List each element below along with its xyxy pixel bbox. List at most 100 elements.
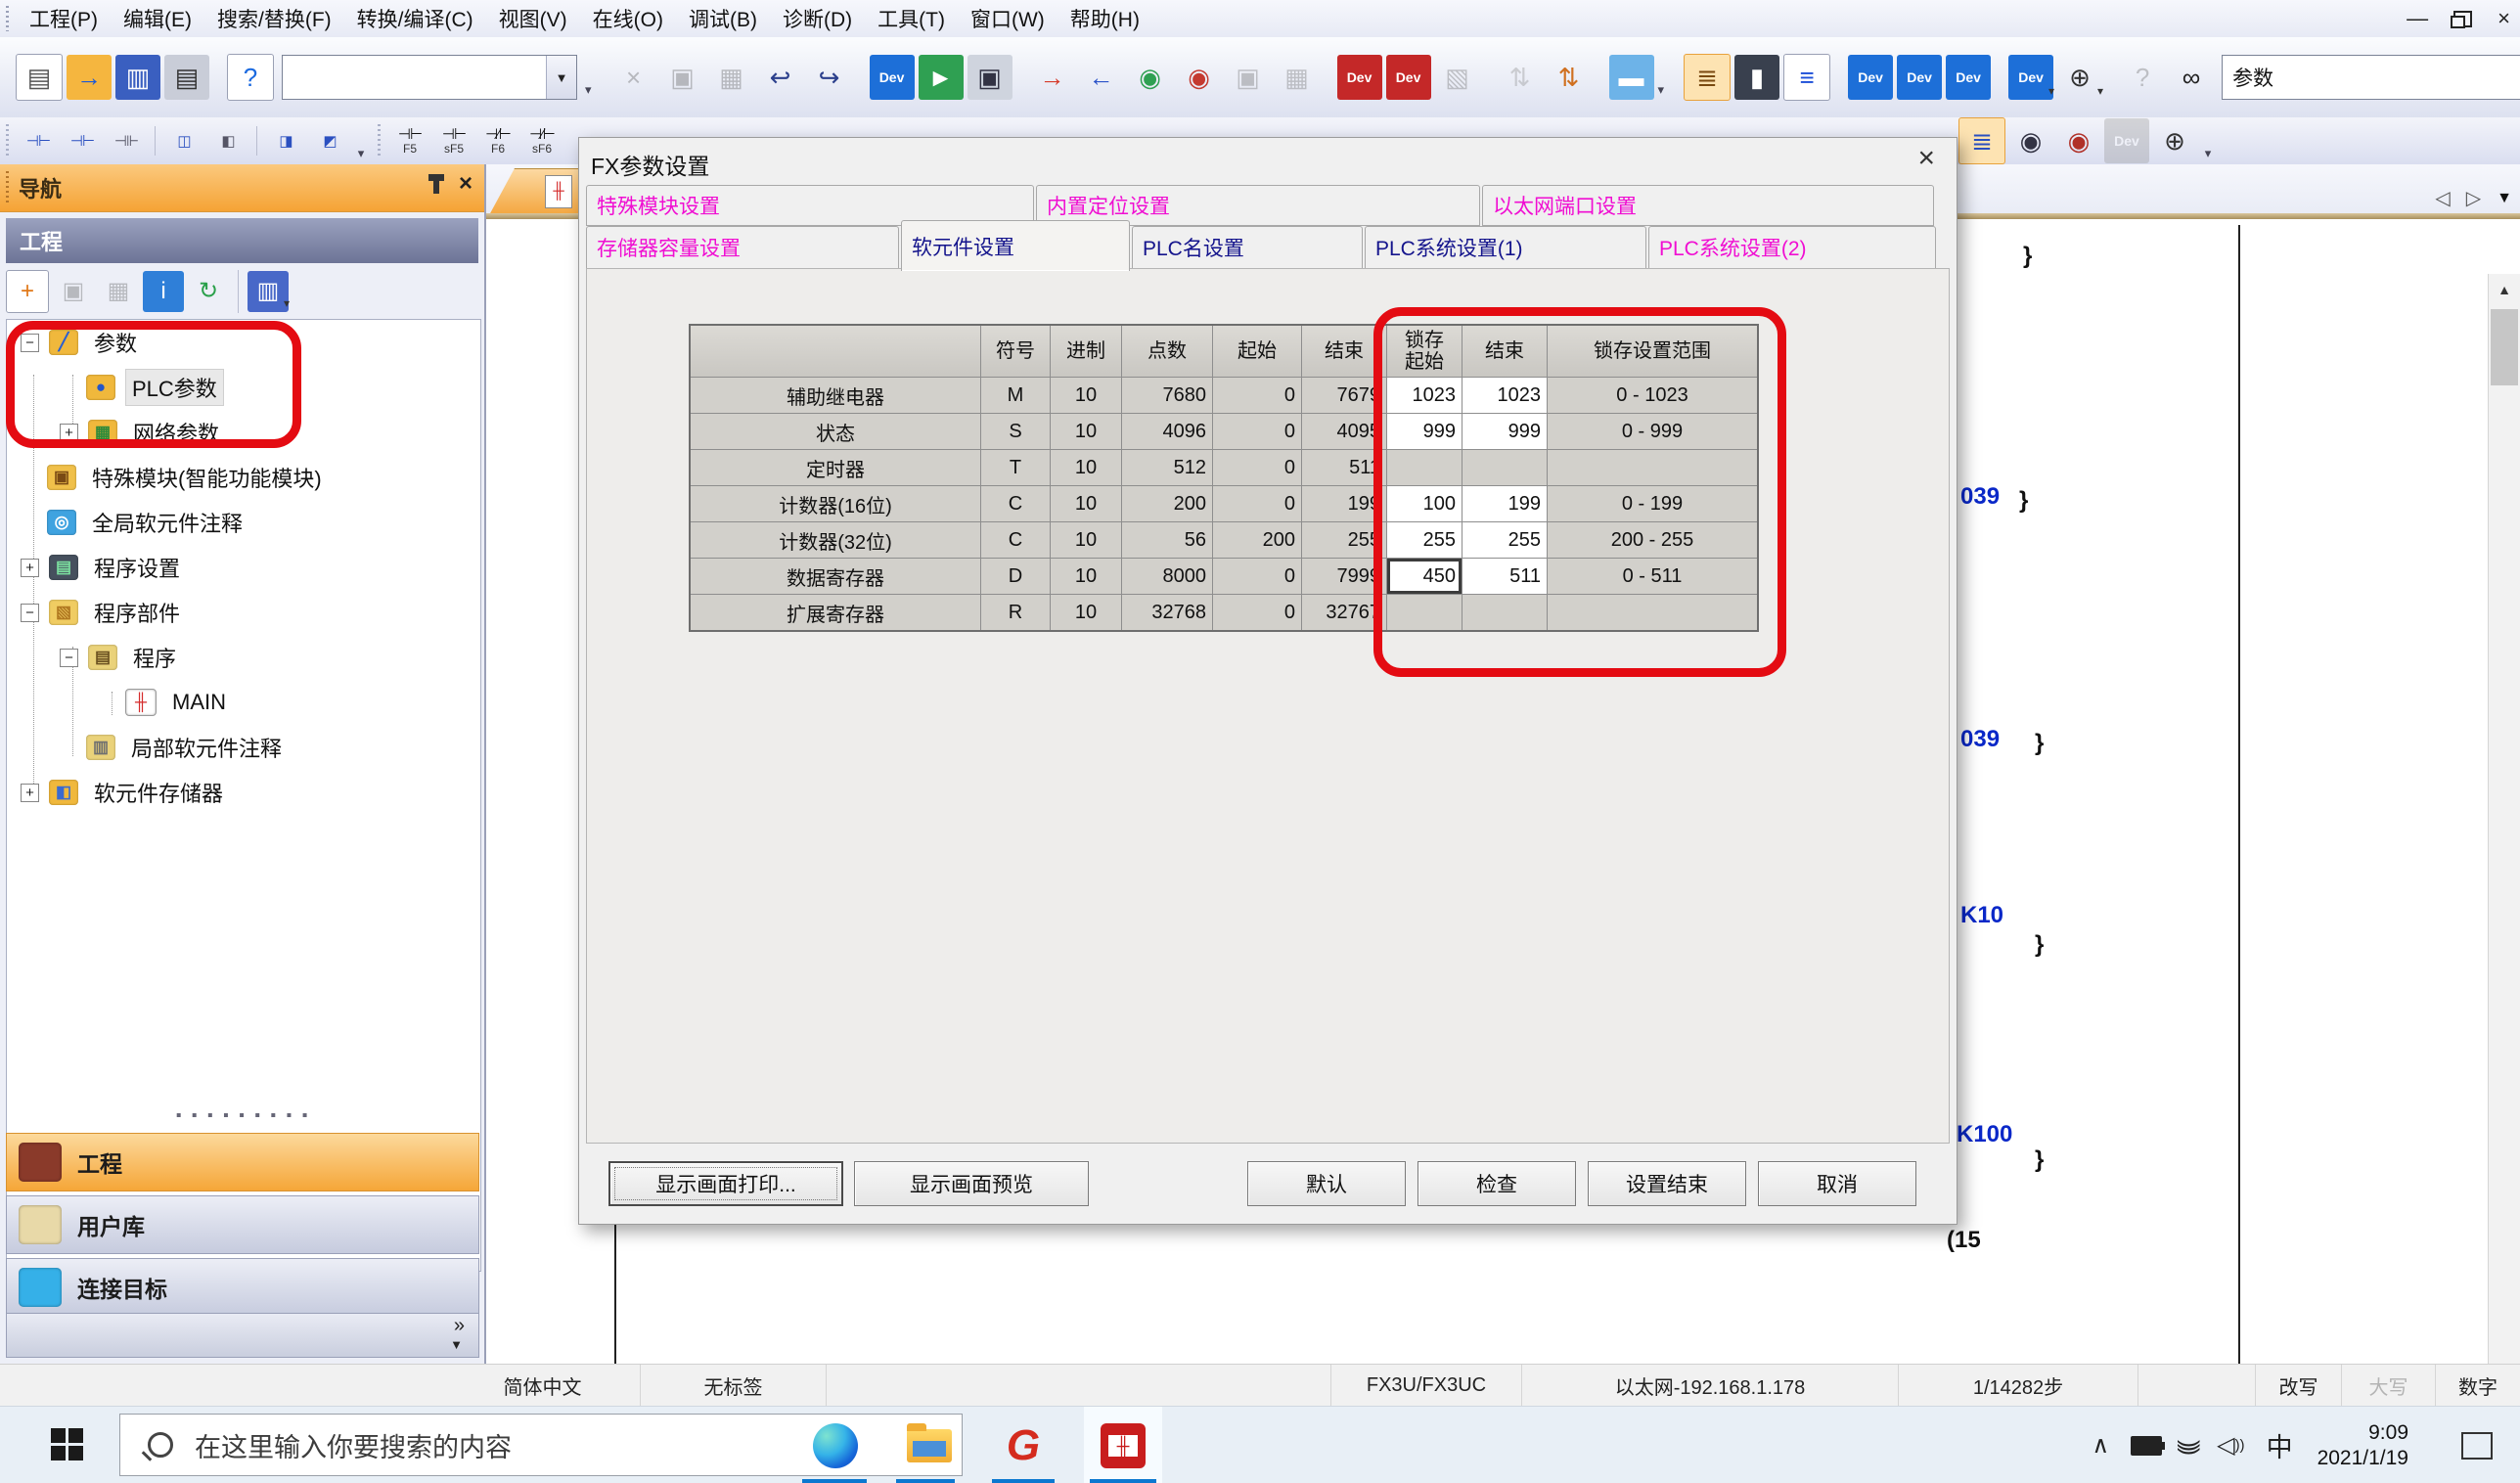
- menu-item-5[interactable]: 在线(O): [580, 0, 676, 37]
- statement-display-icon[interactable]: Dev: [1897, 55, 1942, 100]
- ime-indicator[interactable]: 中: [2267, 1426, 2293, 1464]
- device-batch-monitor2-icon[interactable]: Dev: [1386, 55, 1431, 100]
- toolbar-overflow-icon[interactable]: ▾: [585, 53, 592, 102]
- tab-PLC系统设置(1)[interactable]: PLC系统设置(1): [1365, 226, 1646, 269]
- tree-item-MAIN[interactable]: ╫MAIN: [7, 680, 480, 725]
- read-from-plc-icon[interactable]: ←: [1079, 55, 1124, 100]
- button-显示画面打印...[interactable]: 显示画面打印...: [608, 1161, 843, 1206]
- tree-label[interactable]: 程序: [127, 640, 182, 675]
- tab-软元件设置[interactable]: 软元件设置: [901, 220, 1130, 271]
- panel-close-icon[interactable]: ×: [459, 174, 472, 194]
- tray-chevron-icon[interactable]: ∧: [2092, 1431, 2110, 1460]
- device-display-mode-icon[interactable]: Dev▾: [2008, 55, 2053, 100]
- battery-icon[interactable]: [2131, 1436, 2162, 1456]
- menu-item-1[interactable]: 编辑(E): [111, 0, 204, 37]
- volume-icon[interactable]: ◁)): [2217, 1431, 2244, 1460]
- scroll-up-icon[interactable]: ▲: [2489, 274, 2520, 305]
- tree-expander-icon[interactable]: −: [60, 649, 78, 667]
- tree-label[interactable]: 特殊模块(智能功能模块): [86, 460, 328, 495]
- chevron-down-icon[interactable]: ▼: [546, 56, 576, 99]
- redo-icon[interactable]: ↪: [807, 55, 852, 100]
- close-icon[interactable]: ×: [2498, 8, 2510, 29]
- menu-item-9[interactable]: 窗口(W): [958, 0, 1058, 37]
- taskbar-gx-installer-icon[interactable]: G: [998, 1420, 1049, 1471]
- taskbar-edge-icon[interactable]: [810, 1420, 861, 1471]
- tree-label[interactable]: 局部软元件注释: [125, 730, 288, 765]
- button-取消[interactable]: 取消: [1758, 1161, 1916, 1206]
- more-views-icon[interactable]: ▼: [450, 1337, 463, 1352]
- note-display-icon[interactable]: Dev: [1946, 55, 1991, 100]
- wifi-icon[interactable]: ))): [2176, 1440, 2203, 1452]
- button-默认[interactable]: 默认: [1247, 1161, 1406, 1206]
- tree-expander-icon[interactable]: −: [21, 604, 39, 622]
- undo-icon[interactable]: ↩: [758, 55, 803, 100]
- refresh-icon[interactable]: ↻: [188, 271, 229, 312]
- panel-grip[interactable]: [6, 171, 9, 204]
- sidebar-view-工程[interactable]: 工程: [6, 1133, 479, 1191]
- save-project-icon[interactable]: ▥: [115, 55, 160, 100]
- menu-item-4[interactable]: 视图(V): [486, 0, 580, 37]
- ladder-write-icon[interactable]: ◧: [207, 121, 248, 160]
- monitor-watch-icon[interactable]: ▣: [968, 55, 1012, 100]
- monitor-start-icon[interactable]: ►: [919, 55, 964, 100]
- tree-item-程序部件[interactable]: −▧程序部件: [7, 590, 480, 635]
- new-project-icon[interactable]: ▤: [16, 54, 63, 101]
- dialog-title-bar[interactable]: FX参数设置 ×: [579, 138, 1957, 183]
- tab-scroll-right-icon[interactable]: ▷: [2466, 186, 2481, 210]
- button-设置结束[interactable]: 设置结束: [1588, 1161, 1746, 1206]
- toolbar-overflow-icon[interactable]: ▾: [1658, 53, 1665, 102]
- jump-history-icon[interactable]: ⇅: [1547, 55, 1592, 100]
- comment-edit-icon[interactable]: ≣: [1958, 117, 2005, 164]
- toolbar-grip[interactable]: [6, 124, 9, 157]
- taskbar-gxworks2-icon[interactable]: ╫: [1098, 1420, 1148, 1471]
- close-branch-icon[interactable]: ⊣∕⊢sF6: [521, 121, 562, 160]
- device-write-monitor-icon[interactable]: Dev: [870, 55, 915, 100]
- project-view-icon[interactable]: ≣: [1684, 54, 1731, 101]
- tab-以太网端口设置[interactable]: 以太网端口设置: [1482, 185, 1934, 226]
- module-configuration-icon[interactable]: ▮: [1734, 55, 1779, 100]
- button-检查[interactable]: 检查: [1418, 1161, 1576, 1206]
- tree-label[interactable]: 全局软元件注释: [86, 505, 248, 540]
- tab-PLC名设置[interactable]: PLC名设置: [1132, 226, 1363, 269]
- taskbar-clock[interactable]: 9:09 2021/1/19: [2318, 1420, 2408, 1471]
- tree-item-特殊模块(智能功能模块)[interactable]: ▣特殊模块(智能功能模块): [7, 455, 480, 500]
- open-project-icon[interactable]: →: [67, 55, 112, 100]
- device-comment-display-icon[interactable]: Dev: [1848, 55, 1893, 100]
- button-显示画面预览[interactable]: 显示画面预览: [854, 1161, 1089, 1206]
- ladder-zoom-in-icon[interactable]: ◨: [265, 121, 306, 160]
- device-find-red-icon[interactable]: ◉: [1177, 55, 1222, 100]
- new-data-icon[interactable]: +: [6, 270, 49, 313]
- quick-find-combo[interactable]: ▼: [282, 55, 577, 100]
- tree-expander-icon[interactable]: +: [21, 559, 39, 577]
- ladder-zoom-out-icon[interactable]: ◩: [309, 121, 350, 160]
- find-result-icon[interactable]: ◉: [2008, 118, 2053, 163]
- tree-label[interactable]: 程序设置: [88, 550, 186, 585]
- help-icon[interactable]: ?: [227, 54, 274, 101]
- minimize-icon[interactable]: —: [2407, 8, 2428, 29]
- tree-label[interactable]: 程序部件: [88, 595, 186, 630]
- error-jump-icon[interactable]: ◉: [2056, 118, 2101, 163]
- ladder-read-icon[interactable]: ◫: [163, 121, 204, 160]
- work-window-icon[interactable]: ≡: [1783, 54, 1830, 101]
- ladder-monitor-icon[interactable]: ⊣⊢: [18, 121, 59, 160]
- write-to-plc-icon[interactable]: →: [1030, 55, 1075, 100]
- tab-list-icon[interactable]: ▼: [2497, 190, 2512, 207]
- start-button[interactable]: [51, 1428, 84, 1461]
- tree-item-程序设置[interactable]: +▤程序设置: [7, 545, 480, 590]
- tree-expander-icon[interactable]: +: [21, 784, 39, 802]
- tree-item-程序[interactable]: −▤程序: [7, 635, 480, 680]
- data-property-icon[interactable]: i: [143, 271, 184, 312]
- menu-item-10[interactable]: 帮助(H): [1058, 0, 1152, 37]
- open-contact-icon[interactable]: ⊣⊢F5: [389, 121, 430, 160]
- pin-icon[interactable]: [433, 174, 439, 194]
- scroll-thumb[interactable]: [2491, 309, 2518, 385]
- menu-item-0[interactable]: 工程(P): [17, 0, 111, 37]
- tab-存储器容量设置[interactable]: 存储器容量设置: [586, 226, 899, 269]
- tree-item-全局软元件注释[interactable]: ◎全局软元件注释: [7, 500, 480, 545]
- find-mode-icon[interactable]: ⊕▾: [2057, 55, 2102, 100]
- menu-item-6[interactable]: 调试(B): [676, 0, 770, 37]
- zoom-icon[interactable]: ⊕: [2152, 118, 2197, 163]
- tab-PLC系统设置(2)[interactable]: PLC系统设置(2): [1648, 226, 1936, 269]
- remote-operation-icon[interactable]: ▬: [1609, 55, 1654, 100]
- panel-splitter[interactable]: ▪ ▪ ▪ ▪ ▪ ▪ ▪ ▪ ▪: [0, 1107, 486, 1125]
